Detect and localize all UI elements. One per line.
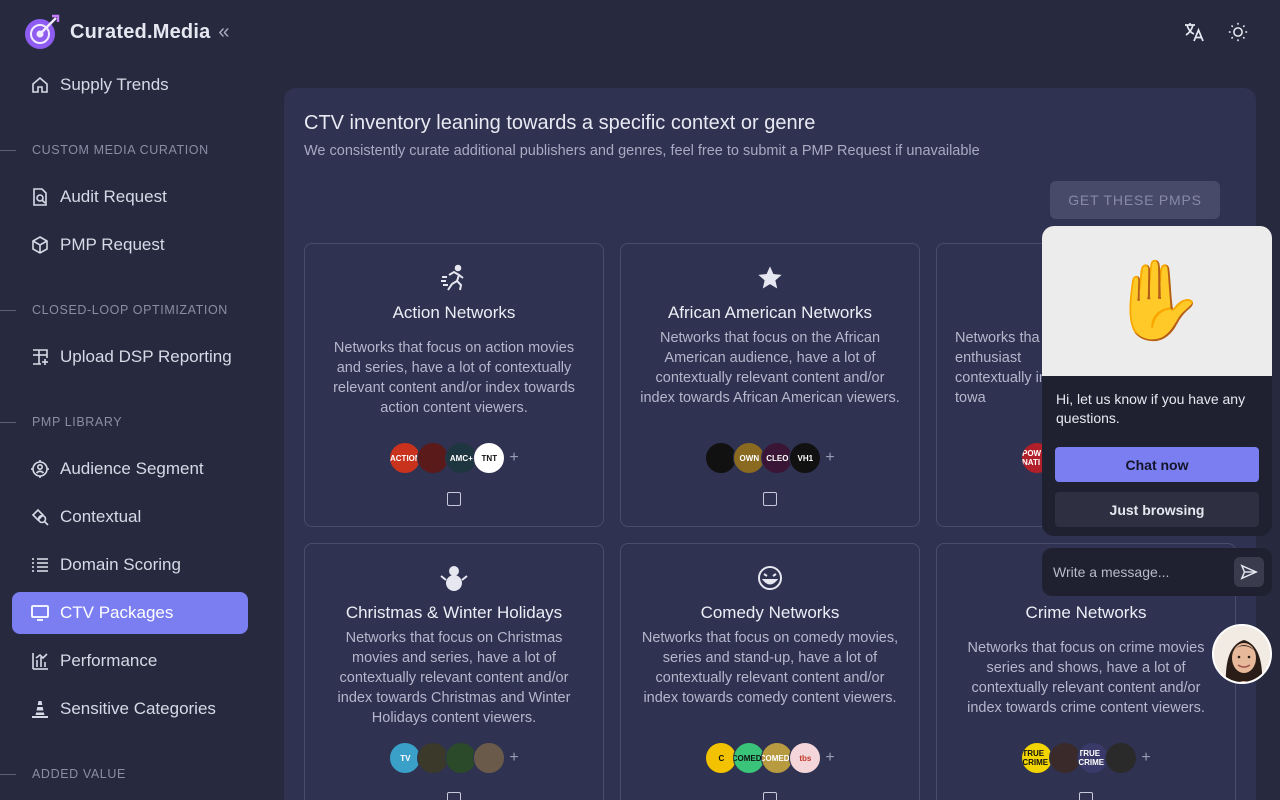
get-these-pmps-button[interactable]: GET THESE PMPS [1050,181,1220,219]
section-custom-media-curation: CUSTOM MEDIA CURATION [0,140,209,160]
sidebar-item-audience-segment[interactable]: Audience Segment [12,448,248,490]
sidebar-item-label: Upload DSP Reporting [60,347,232,366]
card-description: Networks that focus on crime movies seri… [967,640,1205,716]
sidebar: Curated.Media « Supply Trends CUSTOM MED… [0,0,260,800]
sidebar-item-audit-request[interactable]: Audit Request [12,176,248,218]
table-plus-icon [30,347,50,367]
network-logos: OWN CLEO VH1 + [621,442,919,474]
sidebar-item-contextual[interactable]: Contextual [12,496,248,538]
section-added-value: ADDED VALUE [0,764,126,784]
network-logo: tbs [789,742,822,774]
sidebar-item-domain-scoring[interactable]: Domain Scoring [12,544,248,586]
sidebar-item-label: Audit Request [60,187,167,206]
brand-logo-icon [22,13,60,51]
card-title: African American Networks [667,303,873,322]
sidebar-item-sensitive-categories[interactable]: Sensitive Categories [12,688,248,730]
sidebar-item-label: Audience Segment [60,459,204,478]
chat-greeting: Hi, let us know if you have any question… [1056,391,1246,426]
plus-icon: + [825,749,835,766]
network-logos: TV + [305,742,603,774]
network-logo: TNT [473,442,506,474]
sidebar-item-upload-dsp-reporting[interactable]: Upload DSP Reporting [12,336,248,378]
card-description: Networks that focus on Christmas movies … [337,630,571,726]
card-description: Networks that focus on comedy movies, se… [641,630,899,706]
page-title: CTV inventory leaning towards a specific… [304,112,816,134]
chat-message-input[interactable] [1053,564,1223,580]
card-description: Networks that focus on action movies and… [333,340,575,416]
cube-icon [30,235,50,255]
shape-search-icon [30,507,50,527]
topbar-actions [1182,20,1250,44]
package-card-christmas-winter-holidays[interactable]: Christmas & Winter Holidays Networks tha… [304,543,604,800]
section-label: CUSTOM MEDIA CURATION [32,143,209,157]
network-logo: VH1 [789,442,822,474]
plus-icon: + [509,749,519,766]
package-card-comedy-networks[interactable]: Comedy Networks Networks that focus on c… [620,543,920,800]
home-icon [30,75,50,95]
sidebar-item-performance[interactable]: Performance [12,640,248,682]
sidebar-item-ctv-packages[interactable]: CTV Packages [12,592,248,634]
document-search-icon [30,187,50,207]
sidebar-item-label: Domain Scoring [60,555,181,574]
sidebar-item-pmp-request[interactable]: PMP Request [12,224,248,266]
card-title: Christmas & Winter Holidays [345,603,563,622]
card-title: Crime Networks [1025,603,1147,622]
network-logo [473,742,506,774]
network-logos: ACTION AMC+ TNT + [305,442,603,474]
select-checkbox[interactable] [447,792,461,800]
traffic-cone-icon [30,699,50,719]
list-icon [30,555,50,575]
sidebar-item-label: Sensitive Categories [60,699,216,718]
just-browsing-button[interactable]: Just browsing [1055,492,1259,527]
card-title: Comedy Networks [700,603,840,622]
sidebar-item-label: Supply Trends [60,75,169,94]
laughing-face-icon [754,562,786,594]
chat-popup: ✋ Hi, let us know if you have any questi… [1042,226,1272,536]
sidebar-item-label: Contextual [60,507,142,526]
network-logos: C COMEDY COMEDY tbs + [621,742,919,774]
section-closed-loop-optimization: CLOSED-LOOP OPTIMIZATION [0,300,228,320]
select-checkbox[interactable] [763,792,777,800]
double-chevron-left-icon[interactable]: « [218,22,229,42]
plus-icon: + [825,449,835,466]
package-card-african-american-networks[interactable]: African American Networks Networks that … [620,243,920,527]
select-checkbox[interactable] [763,492,777,506]
page-subtitle: We consistently curate additional publis… [304,143,980,159]
monitor-icon [30,603,50,623]
sidebar-item-label: PMP Request [60,235,165,254]
send-icon[interactable] [1234,557,1264,587]
select-checkbox[interactable] [1079,792,1093,800]
network-logos: TRUE CRIME TRUE CRIME + [937,742,1235,774]
package-card-action-networks[interactable]: Action Networks Networks that focus on a… [304,243,604,527]
raised-hand-icon: ✋ [1042,226,1272,376]
sidebar-item-label: CTV Packages [60,603,174,622]
sidebar-item-supply-trends[interactable]: Supply Trends [12,64,248,106]
agent-avatar[interactable] [1212,624,1272,684]
section-label: PMP LIBRARY [32,415,123,429]
section-label: ADDED VALUE [32,767,126,781]
section-label: CLOSED-LOOP OPTIMIZATION [32,303,228,317]
section-pmp-library: PMP LIBRARY [0,412,122,432]
card-description: Networks that focus on the African Ameri… [640,330,900,406]
brand-name: Curated.Media [70,20,211,43]
bar-chart-icon [30,651,50,671]
sidebar-item-label: Performance [60,651,158,670]
select-checkbox[interactable] [447,492,461,506]
network-logo [1105,742,1138,774]
card-title: Action Networks [392,303,516,322]
chat-now-button[interactable]: Chat now [1055,447,1259,482]
star-icon [754,262,786,294]
running-person-icon [438,262,470,294]
chat-message-box [1042,548,1272,596]
sun-icon[interactable] [1226,20,1250,44]
translate-icon[interactable] [1182,20,1206,44]
snowman-icon [438,562,470,594]
brand[interactable]: Curated.Media « [22,12,230,52]
target-user-icon [30,459,50,479]
plus-icon: + [509,449,519,466]
plus-icon: + [1141,749,1151,766]
